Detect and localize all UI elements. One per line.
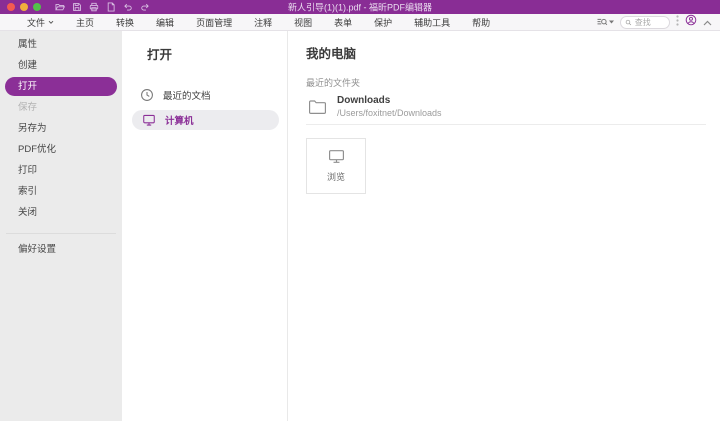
tab-comment[interactable]: 注释 (243, 16, 283, 29)
browse-button[interactable]: 浏览 (306, 138, 366, 194)
sidebar-item-pdf-optimize[interactable]: PDF优化 (0, 139, 122, 160)
save-icon[interactable] (72, 2, 82, 12)
redo-icon[interactable] (140, 2, 150, 12)
menubar: 文件 主页 转换 编辑 页面管理 注释 视图 表单 保护 辅助工具 帮助 (0, 14, 720, 31)
document-icon[interactable] (106, 2, 116, 12)
close-window-button[interactable] (7, 3, 15, 11)
folder-icon (308, 98, 327, 115)
caret-down-icon (609, 20, 614, 24)
print-icon[interactable] (89, 2, 99, 12)
find-replace-button[interactable] (596, 16, 614, 28)
recent-folders-label: 最近的文件夹 (306, 76, 706, 89)
more-options-button[interactable] (676, 13, 679, 31)
minimize-window-button[interactable] (20, 3, 28, 11)
tab-home[interactable]: 主页 (65, 16, 105, 29)
sidebar-item-index[interactable]: 索引 (0, 181, 122, 202)
open-item-computer[interactable]: 计算机 (132, 110, 279, 130)
clock-icon (140, 88, 154, 102)
undo-icon[interactable] (123, 2, 133, 12)
chevron-down-icon (48, 20, 54, 25)
sidebar-item-properties[interactable]: 属性 (0, 34, 122, 55)
sidebar-item-close[interactable]: 关闭 (0, 202, 122, 223)
window-title: 新人引导(1)(1).pdf - 福昕PDF编辑器 (288, 1, 432, 14)
file-menu-sidebar: 属性 创建 打开 保存 另存为 PDF优化 打印 索引 关闭 偏好设置 (0, 31, 122, 421)
account-button[interactable] (685, 13, 697, 31)
tab-file[interactable]: 文件 (16, 16, 65, 29)
tab-view[interactable]: 视图 (283, 16, 323, 29)
browse-label: 浏览 (327, 170, 345, 183)
find-replace-icon (596, 16, 608, 28)
open-folder-icon[interactable] (55, 2, 65, 12)
open-panel: 打开 最近的文档 计算机 (122, 31, 288, 421)
folder-name: Downloads (337, 95, 442, 106)
tab-protect[interactable]: 保护 (363, 16, 403, 29)
user-avatar-icon (685, 14, 697, 26)
computer-panel: 我的电脑 最近的文件夹 Downloads /Users/foxitnet/Do… (288, 31, 720, 421)
tab-page-management[interactable]: 页面管理 (185, 16, 243, 29)
zoom-window-button[interactable] (33, 3, 41, 11)
folder-path: /Users/foxitnet/Downloads (337, 108, 442, 118)
sidebar-divider (6, 233, 116, 234)
collapse-toolbar-button[interactable] (703, 13, 712, 31)
computer-icon (328, 149, 345, 164)
computer-icon (142, 113, 156, 127)
sidebar-item-save: 保存 (0, 97, 122, 118)
tab-form[interactable]: 表单 (323, 16, 363, 29)
vertical-dots-icon (676, 15, 679, 26)
sidebar-item-create[interactable]: 创建 (0, 55, 122, 76)
computer-panel-title: 我的电脑 (306, 43, 706, 62)
sidebar-item-open[interactable]: 打开 (5, 77, 117, 96)
recent-folder-row[interactable]: Downloads /Users/foxitnet/Downloads (306, 95, 706, 118)
sidebar-item-save-as[interactable]: 另存为 (0, 118, 122, 139)
tab-edit[interactable]: 编辑 (145, 16, 185, 29)
search-input[interactable] (635, 18, 665, 27)
tab-convert[interactable]: 转换 (105, 16, 145, 29)
traffic-lights (7, 3, 41, 11)
tab-assistant-tools[interactable]: 辅助工具 (403, 16, 461, 29)
sidebar-item-print[interactable]: 打印 (0, 160, 122, 181)
open-item-label: 计算机 (165, 113, 194, 127)
separator (306, 124, 706, 125)
open-item-recent-documents[interactable]: 最近的文档 (122, 85, 287, 105)
search-field[interactable] (620, 16, 670, 29)
tab-help[interactable]: 帮助 (461, 16, 501, 29)
chevron-up-icon (703, 20, 712, 26)
search-icon (625, 18, 632, 27)
sidebar-item-preferences[interactable]: 偏好设置 (0, 239, 122, 260)
titlebar: 新人引导(1)(1).pdf - 福昕PDF编辑器 (0, 0, 720, 14)
open-item-label: 最近的文档 (163, 88, 211, 102)
open-panel-title: 打开 (147, 44, 287, 63)
